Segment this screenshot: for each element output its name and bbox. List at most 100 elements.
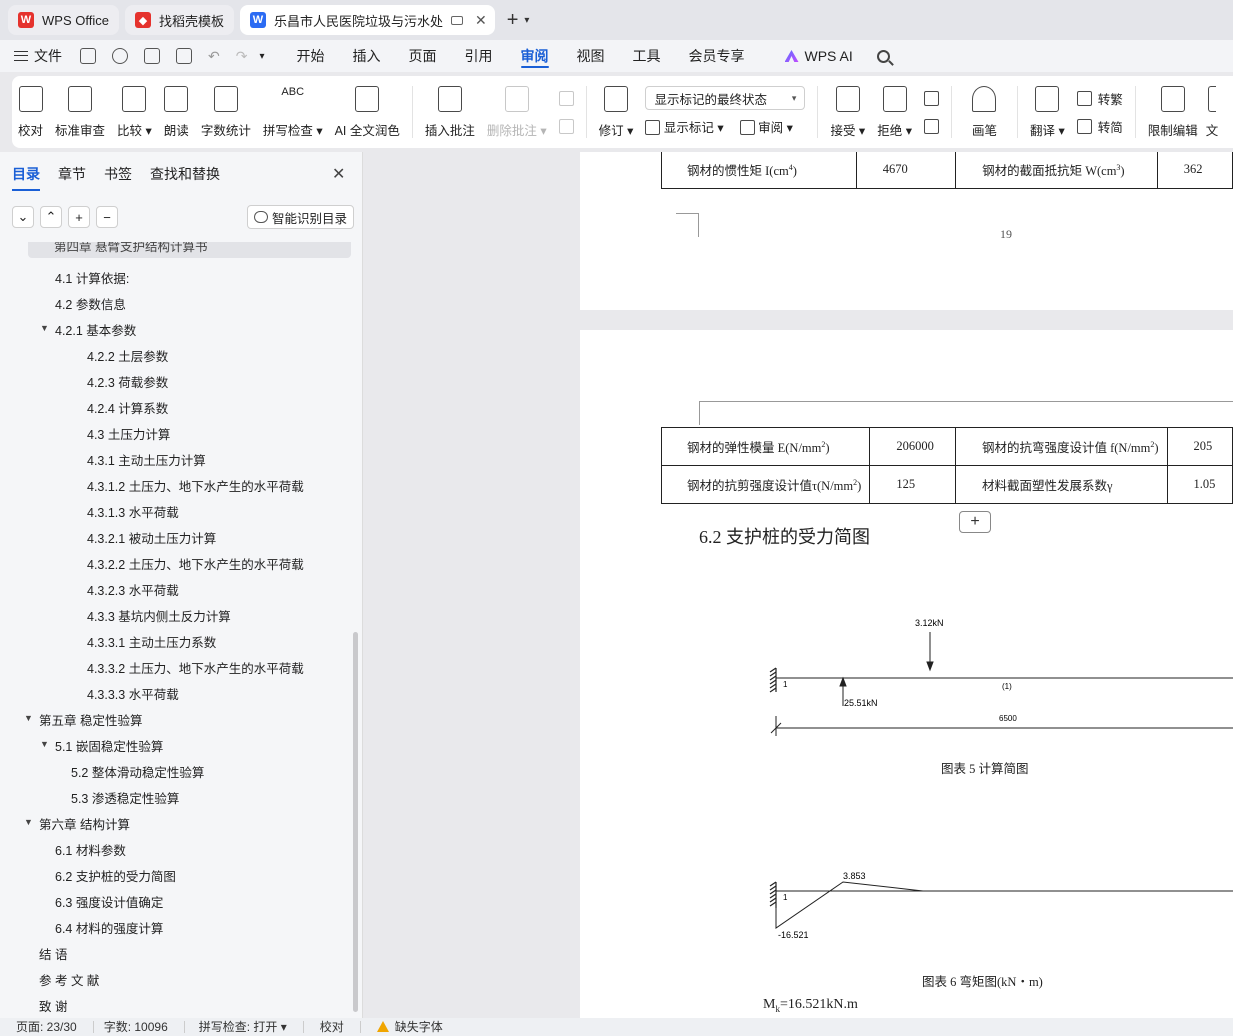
toc-item[interactable]: 6.2 支护桩的受力简图 [55, 866, 176, 885]
toc-item[interactable]: 4.3.2.2 土压力、地下水产生的水平荷载 [87, 554, 304, 573]
close-nav-icon[interactable]: ✕ [332, 164, 345, 184]
proof-status[interactable]: 校对 [304, 1021, 361, 1033]
file-menu[interactable]: 文件 [34, 46, 62, 66]
nav-tab-bookmarks[interactable]: 书签 [104, 164, 132, 184]
to-simplified-button[interactable]: 转简 [1076, 114, 1123, 138]
add-heading-icon[interactable]: + [68, 206, 90, 228]
document-canvas[interactable]: 钢材的惯性矩 I(cm4) 4670 钢材的截面抵抗矩 W(cm3) 362 1… [364, 152, 1233, 1018]
translate-button[interactable]: 翻译 ▾ [1024, 82, 1071, 148]
toc-item[interactable]: ▼ 第五章 稳定性验算 [24, 710, 142, 729]
tab-wps-office[interactable]: W WPS Office [8, 5, 119, 35]
table-cell[interactable]: 钢材的抗弯强度设计值 f(N/mm2) [954, 427, 1168, 466]
previous-comment-icon[interactable] [558, 90, 574, 106]
pen-button[interactable]: 画笔 [958, 82, 1011, 148]
expand-triangle-icon[interactable]: ▼ [24, 817, 33, 827]
toc-item[interactable]: 结 语 [39, 944, 67, 963]
toc-item[interactable]: 6.1 材料参数 [55, 840, 126, 859]
review-pane-button[interactable]: 审阅 ▾ [739, 117, 793, 136]
toc-item[interactable]: 4.3 土压力计算 [87, 424, 170, 443]
spell-check-button[interactable]: ABC 拼写检查 ▾ [257, 82, 329, 148]
table-cell[interactable]: 125 [869, 465, 956, 504]
show-markup-button[interactable]: 显示标记 ▾ [645, 117, 724, 136]
menu-wps-ai[interactable]: WPS AI [784, 40, 853, 72]
menu-insert[interactable]: 插入 [353, 40, 381, 72]
toc-item[interactable]: 4.2.4 计算系数 [87, 398, 168, 417]
expand-triangle-icon[interactable]: ▼ [40, 323, 49, 333]
toc-item[interactable]: 4.3.3.1 主动土压力系数 [87, 632, 216, 651]
menu-page[interactable]: 页面 [409, 40, 437, 72]
new-tab-icon[interactable]: + [507, 9, 519, 32]
toc-item[interactable]: 参 考 文 献 [39, 970, 99, 989]
toc-item[interactable]: 4.2.2 土层参数 [87, 346, 168, 365]
to-traditional-button[interactable]: 转繁 [1076, 86, 1123, 110]
page-indicator[interactable]: 页面: 23/30 [0, 1021, 94, 1033]
insert-comment-button[interactable]: 插入批注 [419, 82, 481, 148]
toc-item[interactable]: 4.3.1 主动土压力计算 [87, 450, 206, 469]
expand-triangle-icon[interactable]: ▼ [24, 713, 33, 723]
menu-tools[interactable]: 工具 [633, 40, 661, 72]
nav-tab-toc[interactable]: 目录 [12, 164, 40, 191]
print-icon[interactable] [144, 48, 160, 64]
toc-item[interactable]: ▼ 5.1 嵌固稳定性验算 [40, 736, 163, 755]
previous-revision-icon[interactable] [923, 90, 939, 106]
table-cell[interactable]: 钢材的弹性模量 E(N/mm2) [660, 427, 871, 466]
undo-icon[interactable]: ↶ [208, 48, 220, 65]
share-icon[interactable] [112, 48, 128, 64]
redo-icon[interactable]: ↷ [236, 48, 248, 65]
menu-home[interactable]: 开始 [297, 40, 325, 72]
tab-document[interactable]: W 乐昌市人民医院垃圾与污水处 ✕ [239, 5, 495, 35]
table-cell[interactable]: 钢材的惯性矩 I(cm4) [661, 152, 857, 189]
menu-icon[interactable] [14, 51, 28, 61]
toc-item[interactable]: ▼ 第六章 结构计算 [24, 814, 130, 833]
search-icon[interactable] [876, 49, 890, 63]
document-permission-button[interactable]: 文 [1204, 82, 1225, 148]
collapse-up-icon[interactable]: ⌃ [40, 206, 62, 228]
quick-access-chevron-icon[interactable]: ▾ [259, 51, 264, 62]
table-cell[interactable]: 362 [1156, 152, 1233, 189]
word-count-button[interactable]: 字数统计 [195, 82, 257, 148]
word-count-status[interactable]: 字数: 10096 [94, 1021, 185, 1033]
save-icon[interactable] [80, 48, 96, 64]
toc-item[interactable]: 4.2 参数信息 [55, 294, 126, 313]
close-tab-icon[interactable]: ✕ [475, 12, 487, 29]
toc-item[interactable]: 6.4 材料的强度计算 [55, 918, 163, 937]
smart-toc-button[interactable]: 智能识别目录 [247, 205, 355, 229]
table-cell[interactable]: 钢材的抗剪强度设计值τ(N/mm2) [660, 465, 871, 504]
proofread-button[interactable]: 校对 [12, 82, 49, 148]
tab-docer[interactable]: ◆ 找稻壳模板 [124, 5, 234, 35]
collapse-down-icon[interactable]: ⌄ [12, 206, 34, 228]
next-comment-icon[interactable] [558, 118, 574, 134]
menu-view[interactable]: 视图 [577, 40, 605, 72]
restrict-edit-button[interactable]: 限制编辑 [1142, 82, 1204, 148]
accept-button[interactable]: 接受 ▾ [824, 82, 871, 148]
toc-item[interactable]: 4.3.2.1 被动土压力计算 [87, 528, 216, 547]
missing-font-status[interactable]: 缺失字体 [361, 1021, 459, 1033]
toc-item-selected[interactable]: 第四章 悬臂支护结构计算书 [28, 242, 351, 258]
ai-polish-button[interactable]: AI 全文润色 [329, 82, 406, 148]
toc-item[interactable]: 4.3.1.2 土压力、地下水产生的水平荷载 [87, 476, 304, 495]
table-cell[interactable]: 4670 [855, 152, 957, 189]
toc-item[interactable]: 6.3 强度设计值确定 [55, 892, 163, 911]
nav-tab-find-replace[interactable]: 查找和替换 [150, 164, 220, 184]
table-cell[interactable]: 1.05 [1166, 465, 1233, 504]
toc-item[interactable]: 5.3 渗透稳定性验算 [71, 788, 179, 807]
menu-member[interactable]: 会员专享 [689, 40, 745, 72]
toc-item[interactable]: 5.2 整体滑动稳定性验算 [71, 762, 204, 781]
nav-tab-sections[interactable]: 章节 [58, 164, 86, 184]
monitor-icon[interactable] [450, 15, 463, 25]
standard-review-button[interactable]: 标准审查 [49, 82, 111, 148]
compare-button[interactable]: 比较 ▾ [111, 82, 158, 148]
toc-item[interactable]: 4.1 计算依据: [55, 268, 129, 287]
toc-item[interactable]: 4.3.1.3 水平荷载 [87, 502, 179, 521]
menu-review[interactable]: 审阅 [520, 40, 549, 72]
expand-triangle-icon[interactable]: ▼ [40, 739, 49, 749]
next-revision-icon[interactable] [923, 118, 939, 134]
toc-item[interactable]: ▼ 4.2.1 基本参数 [40, 320, 136, 339]
markup-select[interactable]: 显示标记的最终状态 ▾ [645, 86, 806, 110]
nav-scrollbar[interactable] [353, 632, 358, 1012]
reject-button[interactable]: 拒绝 ▾ [871, 82, 918, 148]
table-cell[interactable]: 材料截面塑性发展系数γ [954, 465, 1168, 504]
table-cell[interactable]: 钢材的截面抵抗矩 W(cm3) [955, 152, 1158, 189]
toc-item[interactable]: 4.3.3 基坑内侧土反力计算 [87, 606, 231, 625]
table-cell[interactable]: 205 [1166, 427, 1233, 466]
